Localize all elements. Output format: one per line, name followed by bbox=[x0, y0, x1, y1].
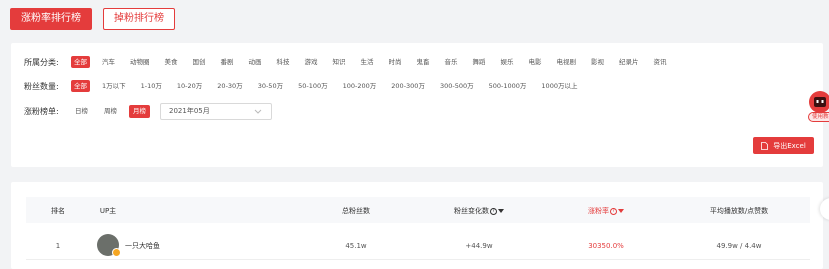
fans-option[interactable]: 1000万以上 bbox=[538, 80, 580, 92]
question-circle-icon[interactable]: ? bbox=[490, 207, 497, 215]
category-option[interactable]: 鬼畜 bbox=[414, 56, 433, 68]
chevron-down-icon bbox=[254, 109, 262, 114]
category-option[interactable]: 资讯 bbox=[651, 56, 670, 68]
board-filter-row: 涨粉榜单: 日榜 周榜 月榜 2021年05月 bbox=[24, 102, 272, 120]
cell-total-fans: 45.1w bbox=[345, 242, 367, 250]
category-option[interactable]: 番剧 bbox=[218, 56, 237, 68]
fans-option[interactable]: 200-300万 bbox=[388, 80, 428, 92]
category-option[interactable]: 电视剧 bbox=[554, 56, 580, 68]
category-option[interactable]: 时尚 bbox=[386, 56, 405, 68]
category-option[interactable]: 舞蹈 bbox=[470, 56, 489, 68]
fans-filter-label: 粉丝数量: bbox=[24, 81, 59, 91]
fans-option[interactable]: 100-200万 bbox=[340, 80, 380, 92]
header-total-fans: 总粉丝数 bbox=[342, 207, 370, 215]
category-option[interactable]: 美食 bbox=[162, 56, 181, 68]
category-option[interactable]: 音乐 bbox=[442, 56, 461, 68]
category-option[interactable]: 国创 bbox=[190, 56, 209, 68]
fans-option[interactable]: 1万以下 bbox=[99, 80, 129, 92]
board-option[interactable]: 月榜 bbox=[129, 104, 150, 118]
tab-fans-drop-rank[interactable]: 掉粉排行榜 bbox=[103, 8, 175, 30]
category-option[interactable]: 纪录片 bbox=[616, 56, 642, 68]
board-option[interactable]: 周榜 bbox=[100, 105, 121, 118]
cell-fans-change: +44.9w bbox=[465, 242, 493, 250]
table-row[interactable]: 1 一只大哈鱼 45.1w +44.9w 30350.0% 49.9w / 4.… bbox=[26, 230, 810, 260]
file-icon bbox=[761, 141, 769, 150]
header-fans-change[interactable]: 粉丝变化数? bbox=[454, 206, 504, 216]
cell-growth-rate: 30350.0% bbox=[588, 242, 624, 250]
category-option[interactable]: 电影 bbox=[526, 56, 545, 68]
question-circle-icon[interactable]: ? bbox=[610, 207, 617, 215]
sort-down-icon[interactable] bbox=[618, 209, 624, 213]
fans-option[interactable]: 500-1000万 bbox=[486, 80, 530, 92]
ranking-table: 排名 UP主 总粉丝数 粉丝变化数? 涨粉率? 平均播放数/点赞数 1 一只大哈… bbox=[11, 182, 823, 269]
board-filter-label: 涨粉榜单: bbox=[24, 106, 59, 116]
fans-option[interactable]: 30-50万 bbox=[255, 80, 286, 92]
category-option[interactable]: 动画 bbox=[246, 56, 265, 68]
fans-option[interactable]: 10-20万 bbox=[174, 80, 205, 92]
category-options: 全部 汽车 动物圈 美食 国创 番剧 动画 科技 游戏 知识 生活 时尚 鬼畜 音乐 舞蹈 娱乐 电影 电视剧 影视… bbox=[71, 56, 679, 68]
fans-options: 全部 1万以下 1-10万 10-20万 20-30万 30-50万 50-100万 100-… bbox=[71, 80, 589, 92]
verified-badge-icon bbox=[112, 248, 121, 257]
category-option[interactable]: 科技 bbox=[274, 56, 293, 68]
month-select-value: 2021年05月 bbox=[169, 106, 210, 115]
header-rank: 排名 bbox=[51, 207, 65, 215]
fans-filter-row: 粉丝数量: 全部 1万以下 1-10万 10-20万 20-30万 30-50万 50-10… bbox=[24, 79, 589, 93]
header-avg-play-likes: 平均播放数/点赞数 bbox=[709, 207, 769, 215]
tutorial-label: 使用教程 bbox=[808, 112, 829, 122]
header-up: UP主 bbox=[99, 207, 117, 215]
tutorial-widget[interactable]: 使用教程 bbox=[808, 91, 829, 125]
fans-option[interactable]: 全部 bbox=[71, 80, 90, 92]
cell-up-name[interactable]: 一只大哈鱼 bbox=[125, 241, 160, 251]
fans-option[interactable]: 50-100万 bbox=[295, 80, 331, 92]
table-header: 排名 UP主 总粉丝数 粉丝变化数? 涨粉率? 平均播放数/点赞数 bbox=[26, 197, 810, 223]
category-option[interactable]: 全部 bbox=[71, 56, 90, 68]
category-filter-row: 所属分类: 全部 汽车 动物圈 美食 国创 番剧 动画 科技 游戏 知识 生活 时尚 鬼畜 音乐 舞蹈 娱乐电… bbox=[24, 55, 679, 69]
category-option[interactable]: 生活 bbox=[358, 56, 377, 68]
cell-rank: 1 bbox=[55, 242, 61, 250]
category-option[interactable]: 娱乐 bbox=[498, 56, 517, 68]
fans-option[interactable]: 300-500万 bbox=[437, 80, 477, 92]
header-growth-rate[interactable]: 涨粉率? bbox=[588, 206, 624, 216]
category-option[interactable]: 动物圈 bbox=[127, 56, 153, 68]
header-fans-change-label: 粉丝变化数 bbox=[454, 207, 489, 215]
category-option[interactable]: 影视 bbox=[588, 56, 607, 68]
month-select[interactable]: 2021年05月 bbox=[160, 102, 272, 120]
category-option[interactable]: 知识 bbox=[330, 56, 349, 68]
category-filter-label: 所属分类: bbox=[24, 57, 59, 67]
robot-icon bbox=[809, 91, 829, 113]
sort-down-icon[interactable] bbox=[498, 209, 504, 213]
cell-avg-play-likes: 49.9w / 4.4w bbox=[716, 242, 762, 250]
tab-fans-growth-rank[interactable]: 涨粉率排行榜 bbox=[10, 8, 92, 30]
header-growth-rate-label: 涨粉率 bbox=[588, 207, 609, 215]
export-excel-button[interactable]: 导出Excel bbox=[753, 137, 814, 154]
board-options: 日榜 周榜 月榜 bbox=[71, 104, 158, 118]
category-option[interactable]: 游戏 bbox=[302, 56, 321, 68]
filter-panel: 所属分类: 全部 汽车 动物圈 美食 国创 番剧 动画 科技 游戏 知识 生活 时尚 鬼畜 音乐 舞蹈 娱乐电… bbox=[11, 43, 823, 167]
board-option[interactable]: 日榜 bbox=[71, 105, 92, 118]
fans-option[interactable]: 20-30万 bbox=[214, 80, 245, 92]
avatar[interactable] bbox=[97, 234, 121, 257]
category-option[interactable]: 汽车 bbox=[99, 56, 118, 68]
export-excel-label: 导出Excel bbox=[773, 141, 806, 150]
fans-option[interactable]: 1-10万 bbox=[138, 80, 165, 92]
top-tabs: 涨粉率排行榜 掉粉排行榜 bbox=[10, 8, 175, 30]
